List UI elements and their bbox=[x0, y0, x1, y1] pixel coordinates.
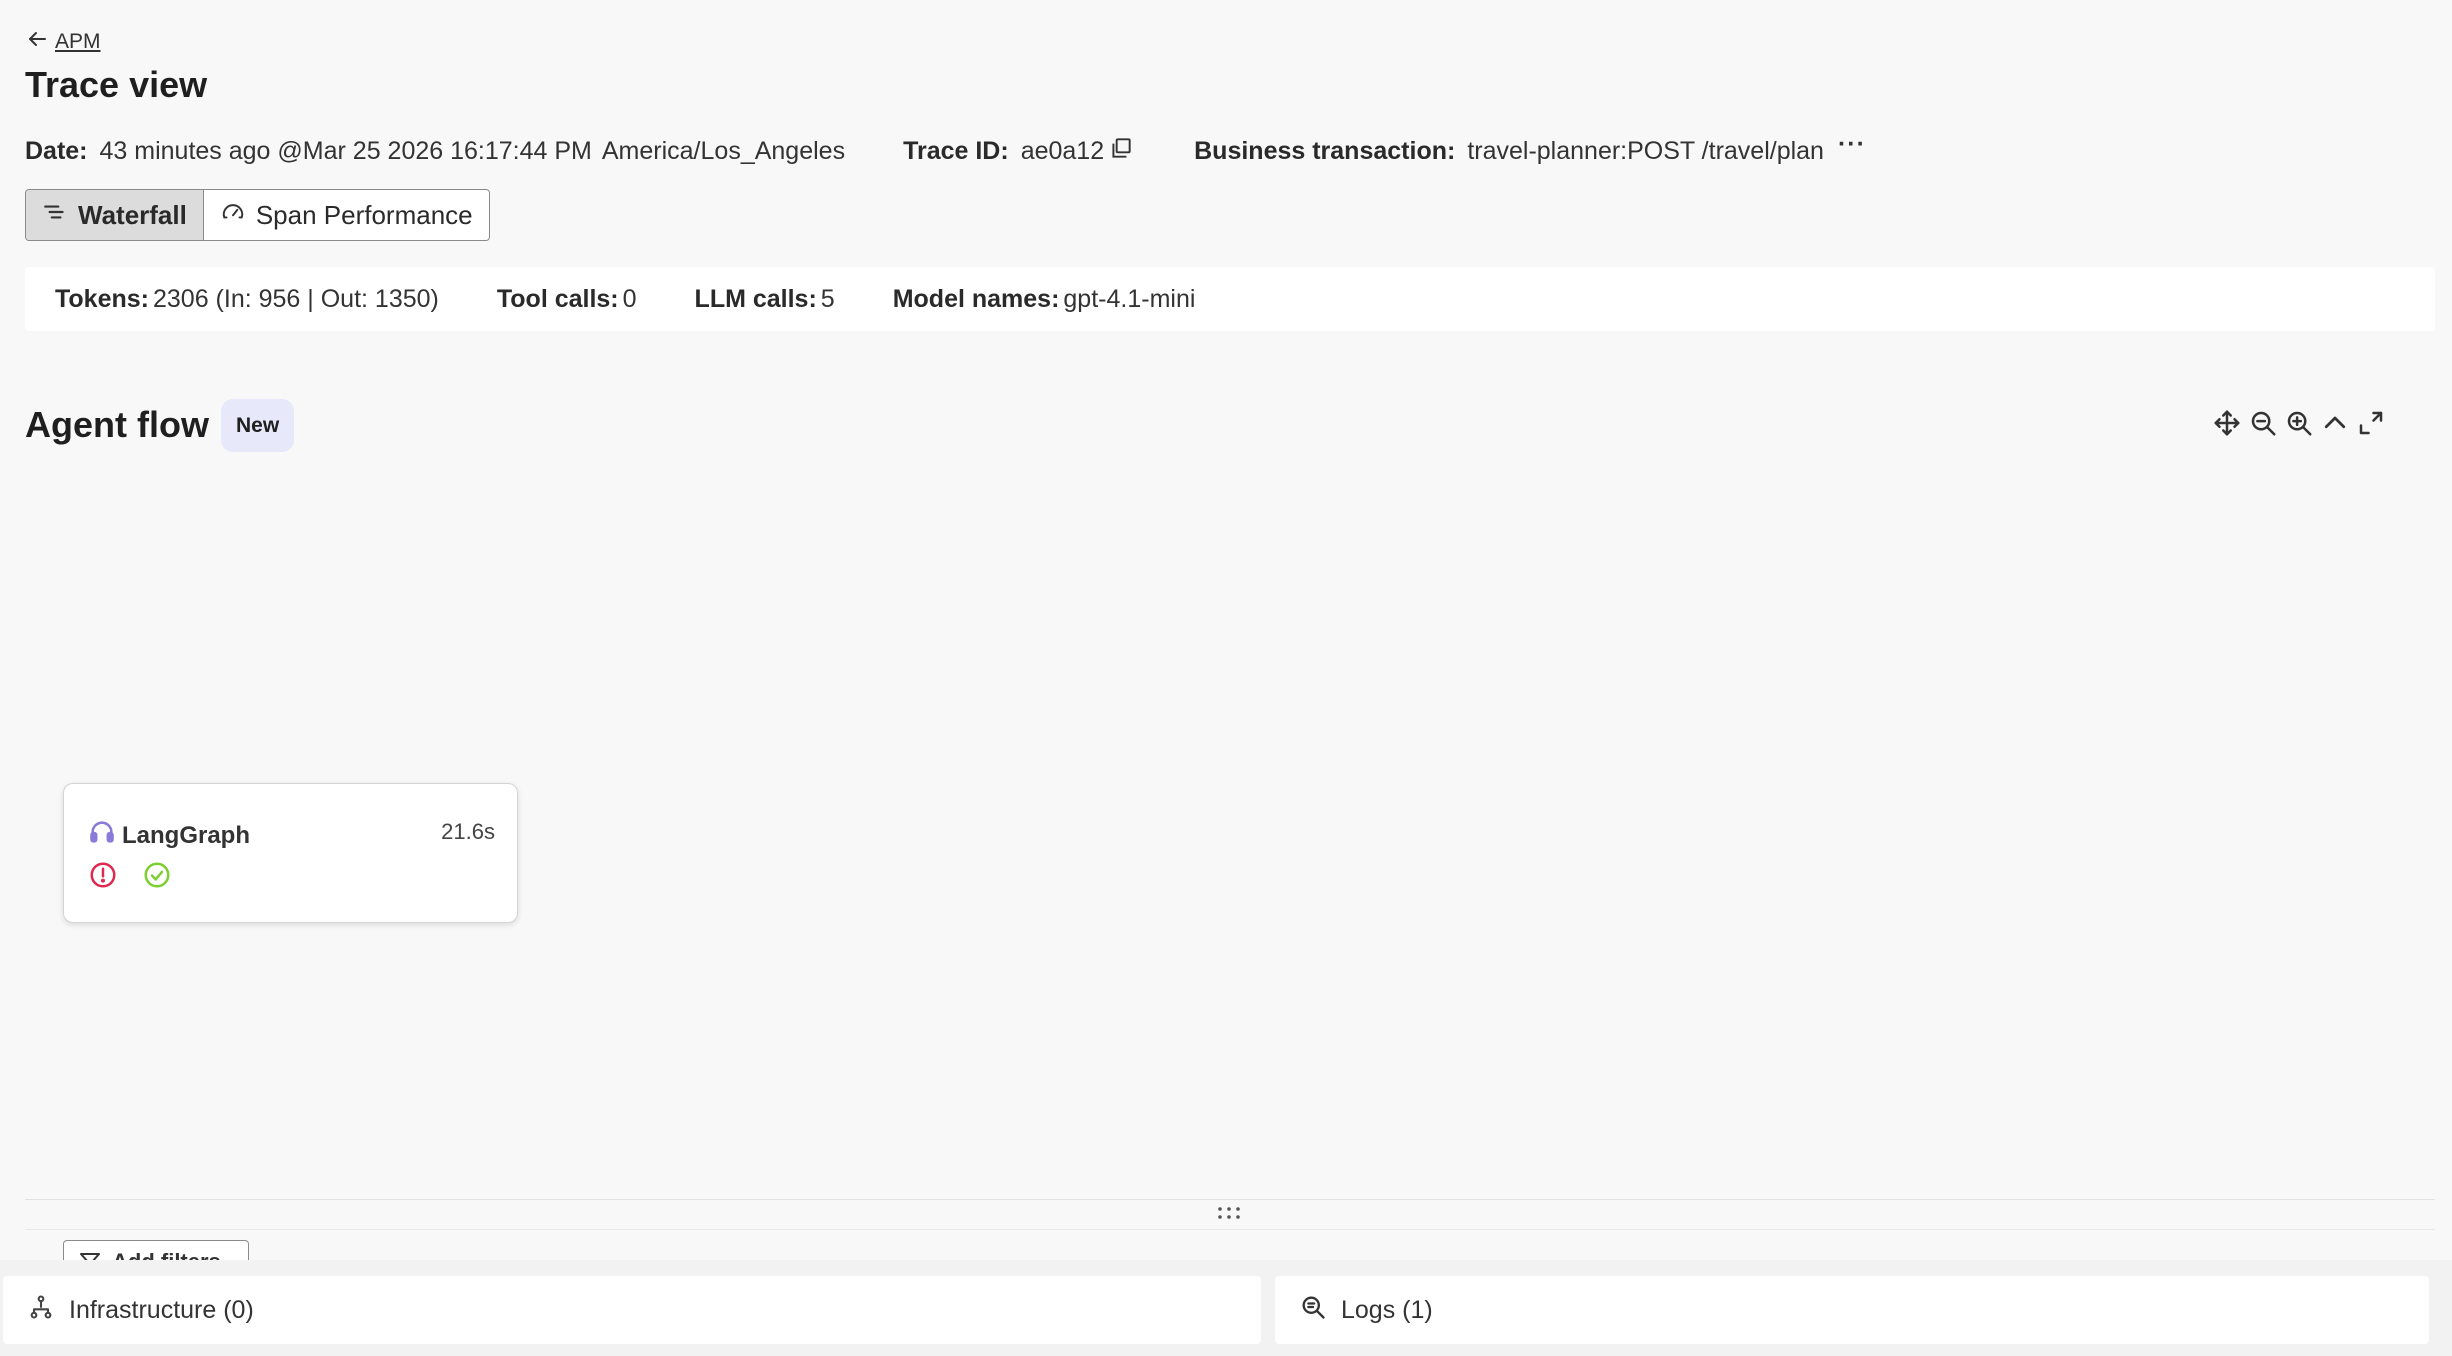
date-value: 43 minutes ago @Mar 25 2026 16:17:44 PM bbox=[99, 136, 592, 165]
date-label: Date: bbox=[25, 136, 88, 165]
flow-toolbar bbox=[2212, 408, 2386, 438]
business-transaction-value[interactable]: travel-planner:POST /travel/plan bbox=[1467, 137, 1824, 166]
node-status-icons bbox=[88, 860, 172, 895]
business-transaction-group: Business transaction: travel-planner:POS… bbox=[1194, 130, 1866, 166]
log-search-icon bbox=[1299, 1293, 1327, 1328]
page-title: Trace view bbox=[25, 64, 208, 105]
logs-label: Logs (1) bbox=[1341, 1295, 1433, 1324]
error-icon bbox=[88, 860, 118, 895]
breadcrumb-apm[interactable]: APM bbox=[25, 27, 101, 57]
headset-icon bbox=[88, 818, 116, 853]
trace-id-label: Trace ID: bbox=[903, 136, 1009, 165]
infrastructure-label: Infrastructure (0) bbox=[69, 1295, 254, 1324]
trace-id-group: Trace ID: ae0a12 bbox=[903, 135, 1134, 168]
breadcrumb-label[interactable]: APM bbox=[55, 30, 101, 54]
copy-icon[interactable] bbox=[1104, 135, 1134, 168]
view-toggle: Waterfall Span Performance bbox=[25, 189, 490, 241]
node-name: LangGraph bbox=[122, 821, 251, 849]
infrastructure-panel[interactable]: Infrastructure (0) bbox=[3, 1276, 1261, 1344]
arrow-left-icon bbox=[25, 27, 49, 57]
tool-calls-label: Tool calls: bbox=[496, 284, 619, 313]
trace-meta-row: Date: 43 minutes ago @Mar 25 2026 16:17:… bbox=[25, 130, 1866, 168]
tab-waterfall[interactable]: Waterfall bbox=[26, 190, 203, 240]
zoom-in-icon[interactable] bbox=[2284, 408, 2314, 438]
date-group: Date: 43 minutes ago @Mar 25 2026 16:17:… bbox=[25, 137, 845, 166]
agent-flow-title: Agent flow bbox=[25, 404, 209, 445]
zoom-out-icon[interactable] bbox=[2248, 408, 2278, 438]
tab-waterfall-label: Waterfall bbox=[78, 199, 187, 230]
model-names-value: gpt-4.1-mini bbox=[1063, 284, 1196, 313]
collapse-icon[interactable] bbox=[2320, 408, 2350, 438]
node-header: LangGraph bbox=[88, 818, 250, 853]
gauge-icon bbox=[220, 199, 246, 232]
more-icon[interactable]: ··· bbox=[1838, 130, 1866, 159]
trace-id-value: ae0a12 bbox=[1020, 136, 1105, 165]
move-icon[interactable] bbox=[2212, 408, 2242, 438]
tab-span-performance[interactable]: Span Performance bbox=[202, 190, 489, 240]
waterfall-icon bbox=[42, 199, 68, 232]
section-divider bbox=[25, 1199, 2435, 1200]
tool-calls-value: 0 bbox=[622, 284, 637, 313]
stats-bar: Tokens: 2306 (In: 956 | Out: 1350) Tool … bbox=[25, 267, 2435, 331]
logs-panel[interactable]: Logs (1) bbox=[1275, 1276, 2429, 1344]
expand-icon[interactable] bbox=[2356, 408, 2386, 438]
langgraph-node[interactable]: LangGraph 21.6s bbox=[63, 783, 518, 923]
drag-handle-icon[interactable] bbox=[1216, 1204, 1242, 1222]
node-duration: 21.6s bbox=[441, 819, 495, 844]
stat-tool-calls: Tool calls: 0 bbox=[497, 285, 637, 314]
tokens-label: Tokens: bbox=[55, 284, 149, 313]
llm-calls-label: LLM calls: bbox=[694, 284, 817, 313]
stat-llm-calls: LLM calls: 5 bbox=[695, 285, 835, 314]
section-divider-lower bbox=[25, 1229, 2435, 1230]
tab-span-performance-label: Span Performance bbox=[255, 199, 473, 230]
stat-tokens: Tokens: 2306 (In: 956 | Out: 1350) bbox=[55, 285, 439, 314]
business-transaction-label: Business transaction: bbox=[1194, 136, 1456, 165]
stat-model-names: Model names: gpt-4.1-mini bbox=[893, 285, 1196, 314]
new-badge: New bbox=[221, 399, 295, 452]
model-names-label: Model names: bbox=[892, 284, 1060, 313]
llm-calls-value: 5 bbox=[820, 284, 835, 313]
success-icon bbox=[142, 860, 172, 895]
timezone-value: America/Los_Angeles bbox=[601, 136, 846, 165]
hierarchy-icon bbox=[27, 1293, 55, 1328]
tokens-value: 2306 (In: 956 | Out: 1350) bbox=[153, 284, 439, 313]
